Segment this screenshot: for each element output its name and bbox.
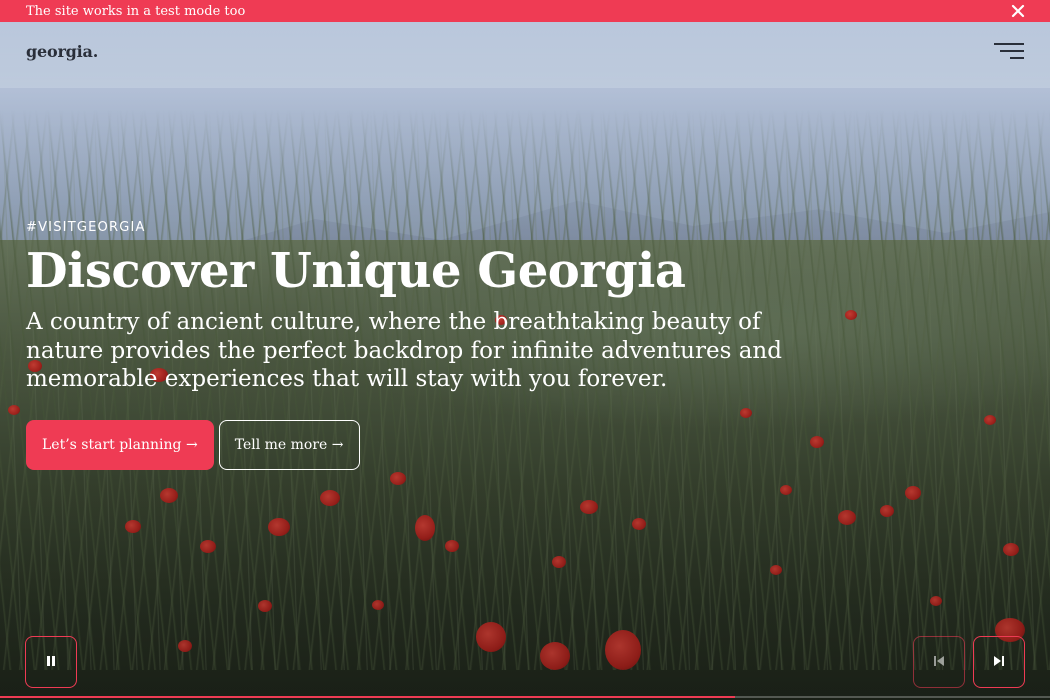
site-header: georgia. [0,22,1050,88]
skip-previous-icon [932,653,946,672]
slide-progress-fill [0,696,735,698]
previous-slide-button[interactable] [913,636,965,688]
hero-description: A country of ancient culture, where the … [26,308,782,393]
test-mode-banner: The site works in a test mode too [0,0,1050,22]
hamburger-menu-icon[interactable] [992,40,1026,66]
close-icon[interactable] [1010,3,1026,19]
tell-me-more-button[interactable]: Tell me more → [218,420,360,471]
hero-hashtag: #VISITGEORGIA [26,220,146,235]
logo[interactable]: georgia. [26,42,98,61]
pause-icon [44,653,58,672]
skip-next-icon [992,653,1006,672]
next-slide-button[interactable] [973,636,1025,688]
start-planning-button[interactable]: Let’s start planning → [26,420,214,471]
hero-section: #VISITGEORGIA Discover Unique Georgia A … [26,220,846,471]
page-title: Discover Unique Georgia [26,243,686,299]
slide-progress-bar [0,696,1050,698]
cta-buttons: Let’s start planning → Tell me more → [26,420,846,471]
banner-text: The site works in a test mode too [26,3,246,19]
pause-button[interactable] [25,636,77,688]
